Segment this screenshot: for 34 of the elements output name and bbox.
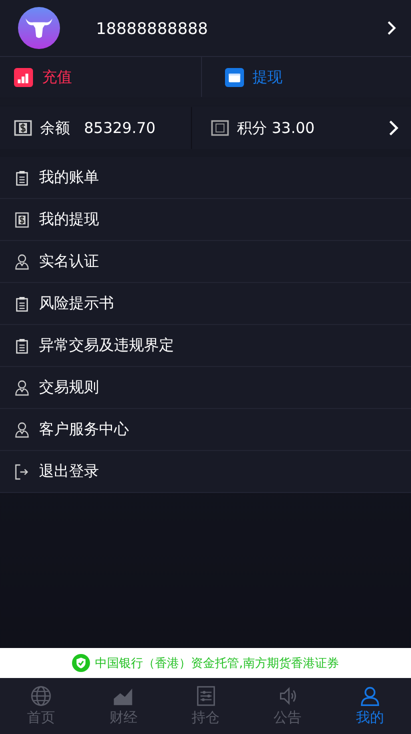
bar-chart-icon — [14, 68, 33, 86]
chevron-right-icon[interactable] — [388, 119, 399, 137]
menu-item[interactable]: 交易规则 — [0, 367, 411, 409]
menu-item[interactable]: 我的账单 — [0, 157, 411, 199]
avatar-bull-icon — [18, 7, 60, 49]
deposit-button[interactable]: 充值 — [0, 57, 202, 97]
balance-label: 余额 — [40, 118, 70, 138]
menu-item[interactable]: 异常交易及违规界定 — [0, 325, 411, 367]
person-icon — [15, 422, 29, 438]
dollar-bill-icon — [15, 212, 29, 228]
dollar-bill-icon — [14, 120, 32, 136]
person-icon — [15, 380, 29, 396]
wallet-icon — [224, 68, 244, 86]
menu-item[interactable]: 风险提示书 — [0, 283, 411, 325]
balance-value: 85329.70 — [84, 119, 156, 137]
person-icon — [15, 254, 29, 270]
person-icon — [358, 685, 381, 707]
menu-item[interactable]: 客户服务中心 — [0, 409, 411, 451]
menu-item[interactable]: 我的提现 — [0, 199, 411, 241]
points-label: 积分 33.00 — [237, 118, 315, 138]
clipboard-icon — [15, 296, 29, 312]
nav-tab[interactable]: 我的 — [328, 678, 411, 734]
clipboard-icon — [15, 338, 29, 354]
logout-icon — [15, 464, 29, 480]
chevron-right-icon — [386, 20, 397, 36]
globe-icon — [30, 685, 52, 707]
menu-item[interactable]: 实名认证 — [0, 241, 411, 283]
withdraw-button[interactable]: 提现 — [202, 57, 411, 97]
menu-item[interactable]: 退出登录 — [0, 451, 411, 493]
shield-check-icon — [72, 654, 90, 672]
custody-notice: 中国银行（香港）资金托管,南方期货香港证券 — [95, 654, 339, 672]
clipboard-icon — [15, 170, 29, 186]
phone-number: 18888888888 — [96, 18, 209, 38]
sliders-icon — [194, 685, 216, 707]
